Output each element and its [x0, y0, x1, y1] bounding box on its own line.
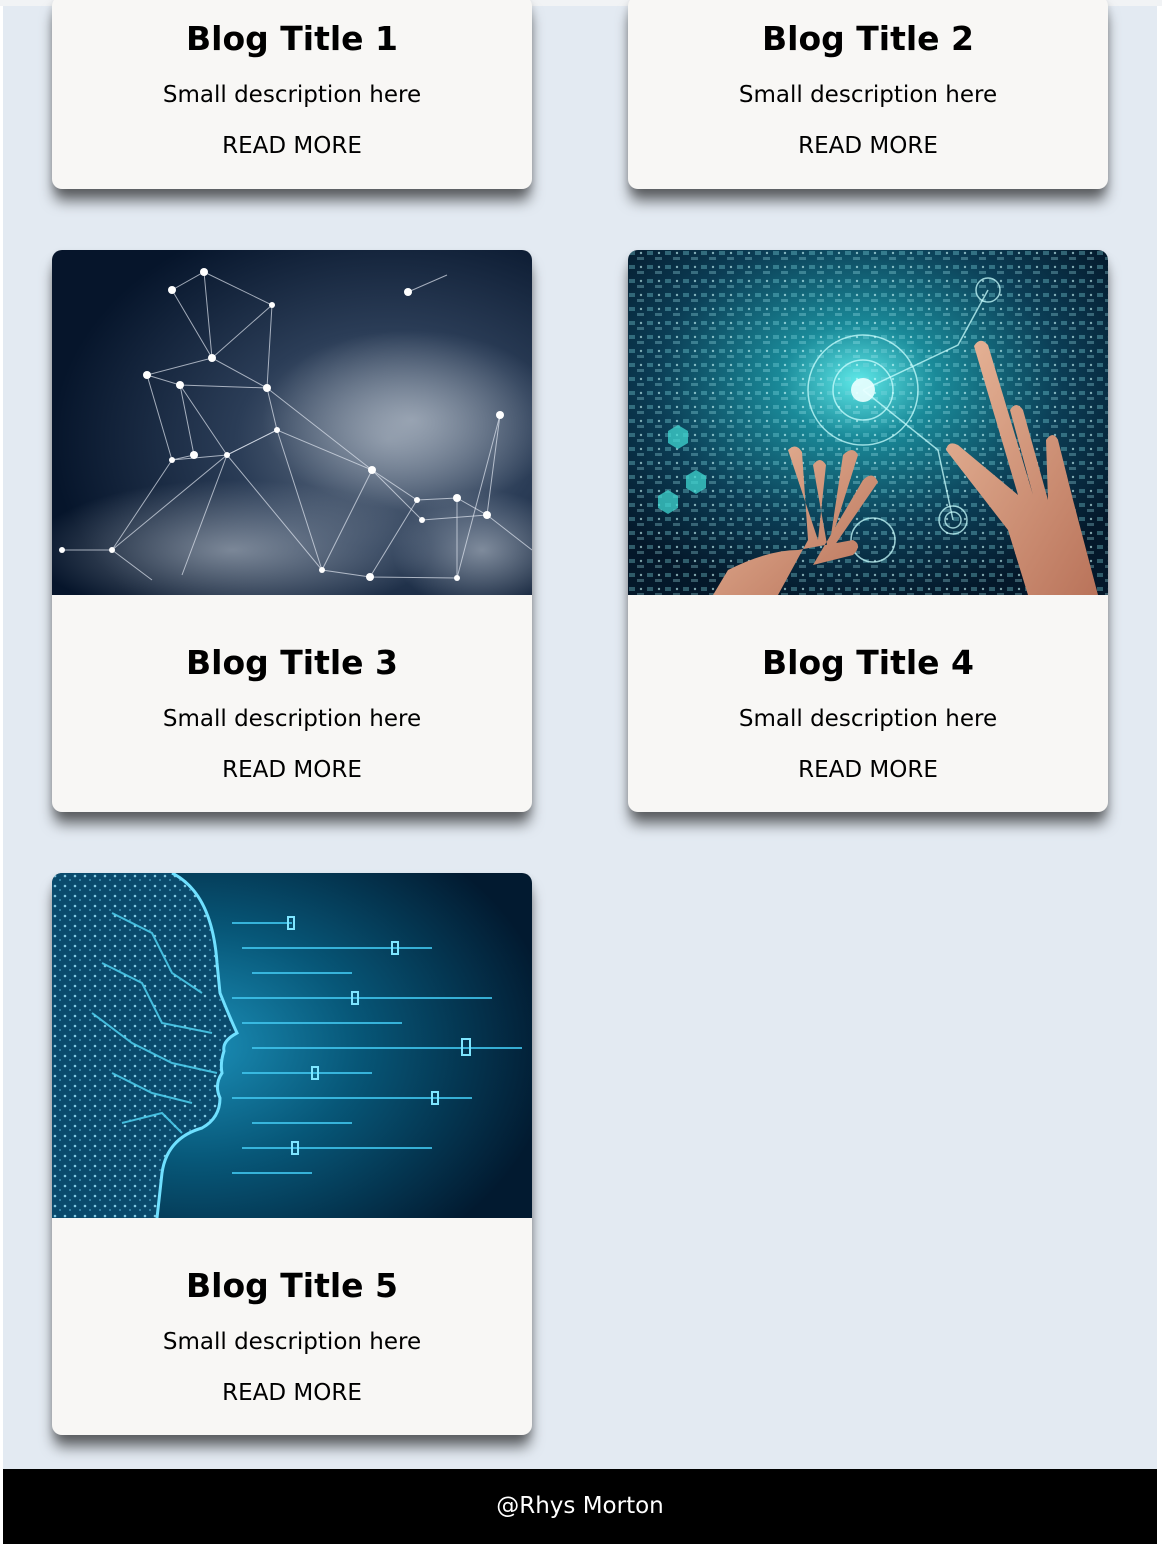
read-more-link[interactable]: READ MORE — [52, 759, 532, 782]
read-more-link[interactable]: READ MORE — [628, 135, 1108, 158]
digital-hands-circuit-image — [628, 250, 1108, 595]
read-more-link[interactable]: READ MORE — [628, 759, 1108, 782]
site-footer: @Rhys Morton — [3, 1469, 1157, 1544]
blog-card-2: Blog Title 2 Small description here READ… — [628, 0, 1108, 189]
card-title: Blog Title 5 — [186, 1266, 398, 1305]
card-description: Small description here — [738, 82, 998, 108]
card-body: Blog Title 4 Small description here READ… — [628, 595, 1108, 812]
blog-card-1: Blog Title 1 Small description here READ… — [52, 0, 532, 189]
card-title: Blog Title 4 — [762, 643, 974, 682]
card-body: Blog Title 5 Small description here READ… — [52, 1218, 532, 1435]
footer-credit: @Rhys Morton — [496, 1493, 664, 1519]
card-description: Small description here — [162, 82, 422, 108]
blog-card-5: Blog Title 5 Small description here READ… — [52, 873, 532, 1435]
card-description: Small description here — [162, 706, 422, 732]
blog-card-4: Blog Title 4 Small description here READ… — [628, 250, 1108, 812]
card-title: Blog Title 1 — [186, 19, 398, 58]
blog-grid: Blog Title 1 Small description here READ… — [3, 0, 1157, 1469]
blog-card-3: Blog Title 3 Small description here READ… — [52, 250, 532, 812]
card-body: Blog Title 3 Small description here READ… — [52, 595, 532, 812]
card-body: Blog Title 2 Small description here READ… — [628, 0, 1108, 189]
card-title: Blog Title 2 — [762, 19, 974, 58]
card-description: Small description here — [162, 1329, 422, 1355]
read-more-link[interactable]: READ MORE — [52, 1382, 532, 1405]
card-title: Blog Title 3 — [186, 643, 398, 682]
ai-circuit-head-image — [52, 873, 532, 1218]
card-body: Blog Title 1 Small description here READ… — [52, 0, 532, 189]
card-description: Small description here — [738, 706, 998, 732]
read-more-link[interactable]: READ MORE — [52, 135, 532, 158]
network-nodes-image — [52, 250, 532, 595]
